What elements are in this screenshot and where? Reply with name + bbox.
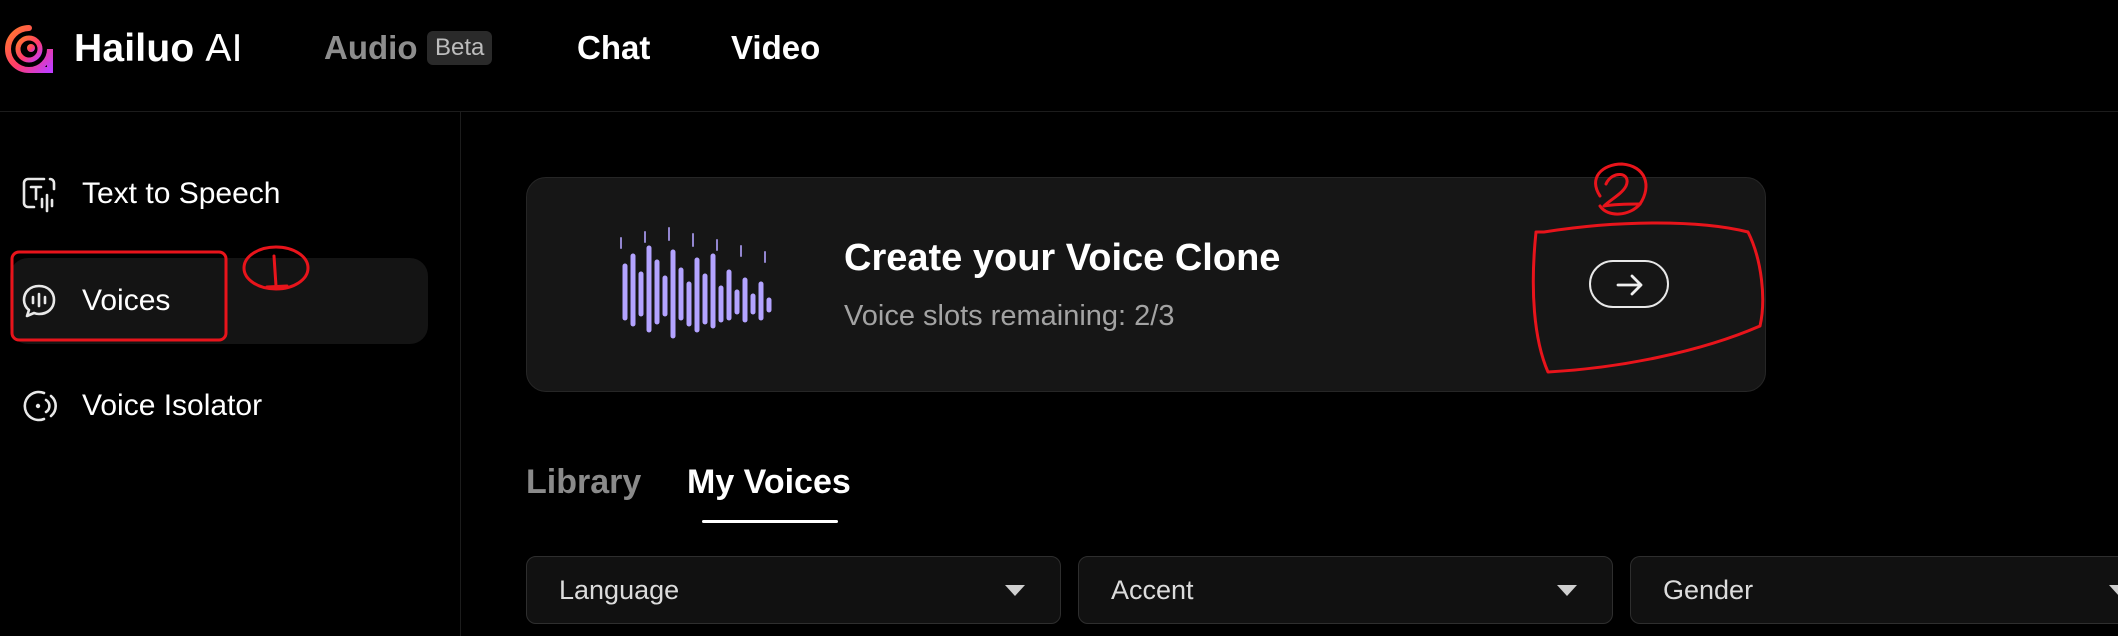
sidebar-item-voices[interactable]: Voices — [10, 258, 428, 344]
text-to-speech-icon — [22, 177, 56, 213]
clone-card-title: Create your Voice Clone — [844, 237, 1281, 279]
sidebar: Text to Speech Voices Voice Isolator — [0, 112, 461, 636]
voice-slots-remaining: Voice slots remaining: 2/3 — [844, 300, 1175, 332]
sidebar-item-voice-isolator[interactable]: Voice Isolator — [10, 363, 428, 449]
beta-badge: Beta — [427, 31, 493, 65]
chevron-down-icon — [2109, 585, 2118, 596]
language-select-label: Language — [559, 575, 680, 605]
gender-select-label: Gender — [1663, 575, 1754, 605]
chevron-down-icon — [1005, 585, 1025, 596]
nav-audio[interactable]: Audio — [324, 24, 417, 72]
nav-video[interactable]: Video — [731, 24, 820, 72]
brand-suffix: AI — [205, 27, 243, 70]
accent-select-label: Accent — [1111, 575, 1194, 605]
tab-library[interactable]: Library — [526, 458, 641, 506]
voices-icon — [22, 284, 56, 318]
voice-clone-card[interactable]: Create your Voice Clone Voice slots rema… — [526, 177, 1766, 392]
create-voice-clone-button[interactable] — [1589, 260, 1669, 308]
active-tab-indicator — [702, 520, 838, 523]
tab-my-voices[interactable]: My Voices — [687, 458, 851, 506]
gender-select[interactable]: Gender — [1630, 556, 2118, 624]
sidebar-item-text-to-speech[interactable]: Text to Speech — [10, 151, 428, 237]
brand-name[interactable]: Hailuo AI — [74, 25, 243, 73]
voice-isolator-icon — [23, 390, 57, 422]
accent-select[interactable]: Accent — [1078, 556, 1613, 624]
hailuo-logo-icon[interactable] — [4, 24, 54, 74]
top-bar: Hailuo AI Audio Beta Chat Video — [0, 0, 2118, 112]
waveform-icon — [620, 227, 772, 339]
nav-chat[interactable]: Chat — [577, 24, 650, 72]
sidebar-item-label: Voice Isolator — [82, 389, 263, 422]
sidebar-item-label: Voices — [82, 284, 171, 317]
language-select[interactable]: Language — [526, 556, 1061, 624]
brand-name-text: Hailuo — [74, 27, 195, 70]
chevron-down-icon — [1557, 585, 1577, 596]
sidebar-item-label: Text to Speech — [82, 177, 281, 210]
arrow-right-icon — [1616, 274, 1643, 296]
